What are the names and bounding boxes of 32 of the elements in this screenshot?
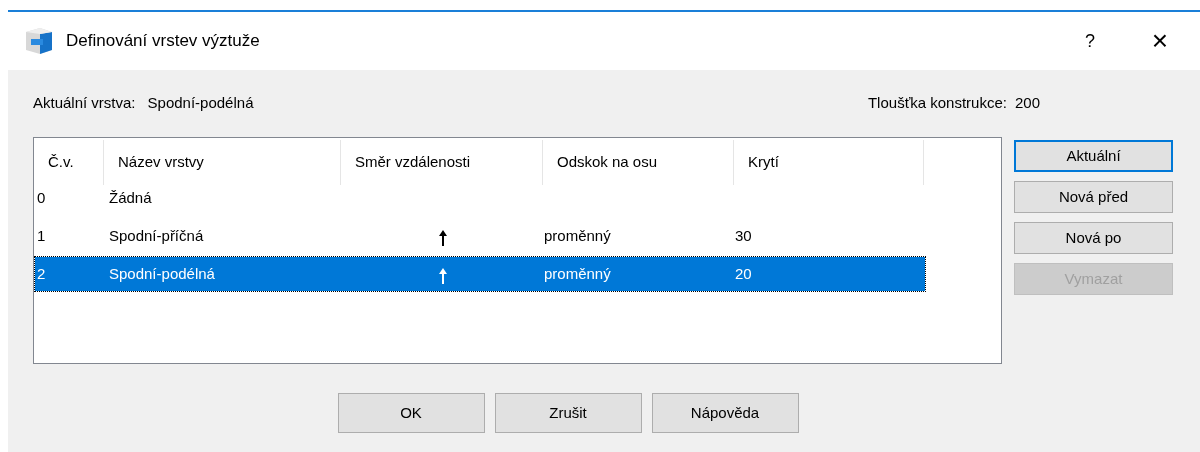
thickness-value: 200 — [1014, 93, 1040, 114]
window-title: Definování vrstev výztuže — [66, 30, 260, 53]
table-cell: 20 — [735, 264, 752, 282]
table-cell: proměnný — [544, 264, 611, 282]
column-header[interactable]: Krytí — [734, 140, 924, 185]
current-layer-value: Spodní-podélná — [147, 93, 254, 114]
column-header[interactable]: Č.v. — [34, 140, 104, 185]
table-cell: 2 — [37, 264, 46, 282]
column-header[interactable]: Směr vzdálenosti — [341, 140, 543, 185]
up-arrow-icon — [439, 230, 447, 246]
table-cell: Spodní-příčná — [109, 226, 204, 244]
dialog-button[interactable]: OK — [337, 393, 485, 433]
column-header[interactable]: Název vrstvy — [104, 140, 341, 185]
dialog-button[interactable]: Zrušit — [494, 393, 642, 433]
column-header[interactable]: Odskok na osu — [543, 140, 734, 185]
layer-button[interactable]: Nová před — [1014, 181, 1173, 213]
layer-button[interactable]: Aktuální — [1014, 140, 1173, 172]
table-row[interactable]: 2 Spodní-podélná proměnný 20 — [35, 257, 925, 291]
layer-button[interactable]: Nová po — [1014, 222, 1173, 254]
table-cell: 1 — [37, 226, 46, 244]
table-cell: 30 — [735, 226, 752, 244]
table-row[interactable]: 1 Spodní-příčná proměnný 30 — [35, 219, 925, 253]
help-button[interactable]: ? — [1070, 27, 1110, 55]
current-layer-label: Aktuální vrstva: — [33, 93, 136, 114]
table-cell: proměnný — [544, 226, 611, 244]
up-arrow-icon — [439, 268, 447, 284]
thickness-label: Tloušťka konstrukce: — [867, 93, 1007, 114]
close-button[interactable]: × — [1140, 20, 1180, 62]
table-cell: Žádná — [109, 188, 152, 206]
dialog-button[interactable]: Nápověda — [651, 393, 799, 433]
table-cell: 0 — [37, 188, 46, 206]
table-cell: Spodní-podélná — [109, 264, 215, 282]
